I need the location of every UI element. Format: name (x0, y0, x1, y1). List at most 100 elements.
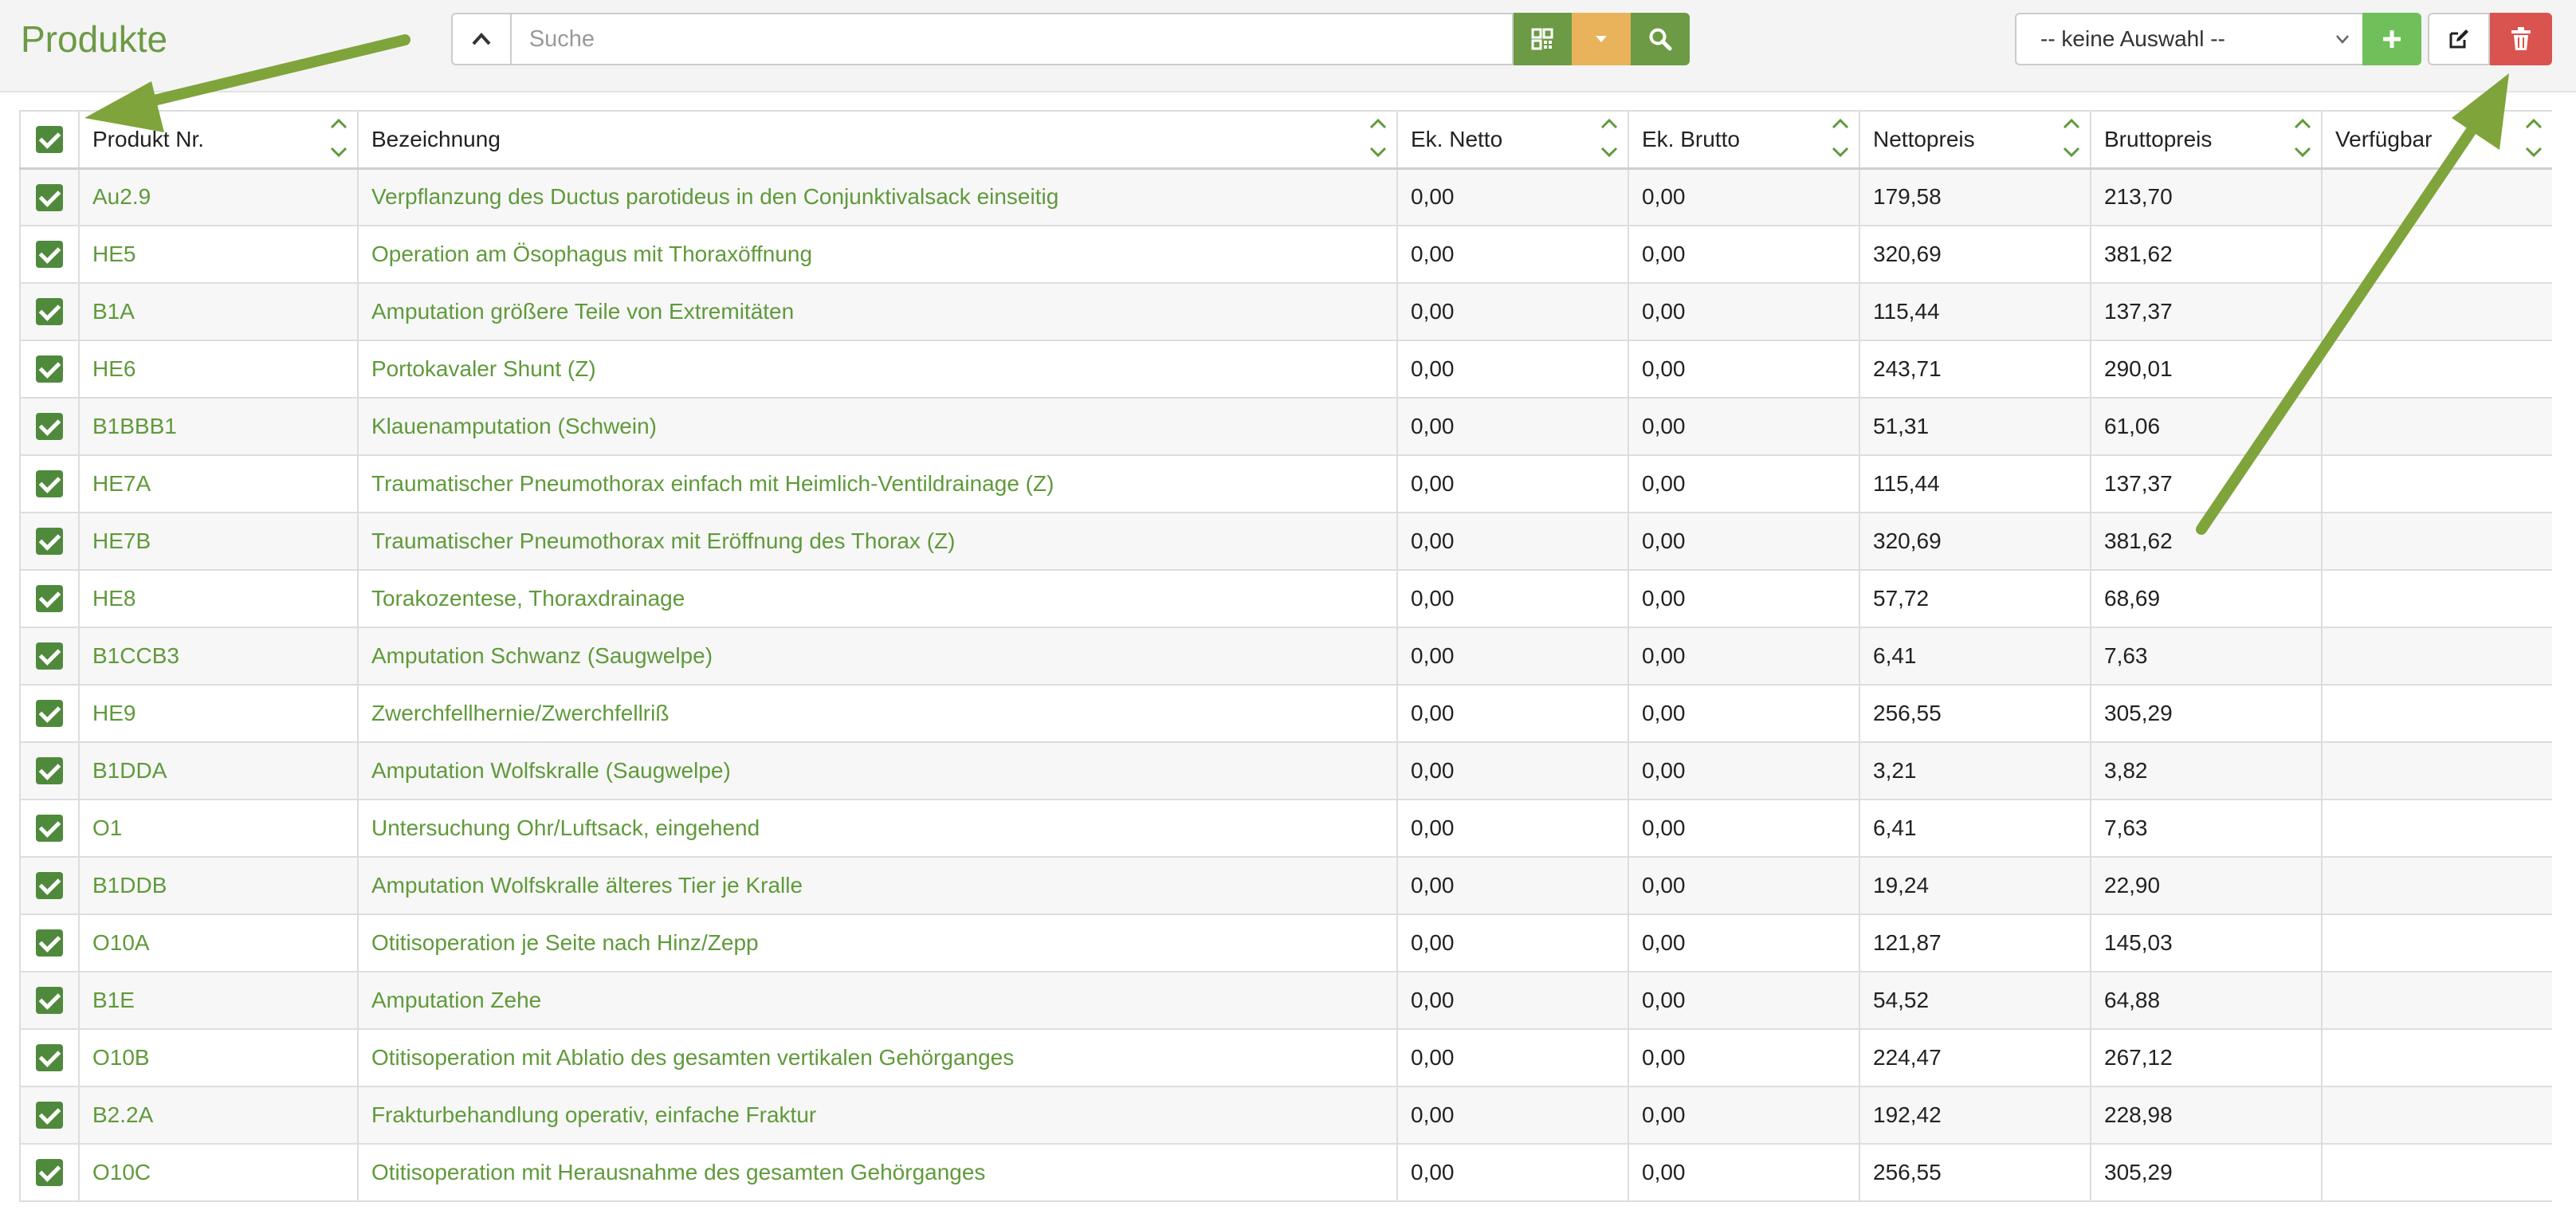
row-checkbox-cell[interactable] (19, 684, 80, 743)
column-header-produkt-nr[interactable]: Produkt Nr. (78, 110, 359, 170)
search-options-dropdown[interactable] (1572, 13, 1632, 65)
delete-button[interactable] (2490, 13, 2552, 65)
row-checkbox-cell[interactable] (19, 1143, 80, 1202)
row-checkbox-cell[interactable] (19, 569, 80, 628)
row-checkbox[interactable] (36, 642, 63, 670)
row-checkbox-cell[interactable] (19, 799, 80, 858)
row-checkbox-cell[interactable] (19, 627, 80, 686)
column-header-ek-brutto[interactable]: Ek. Brutto (1628, 110, 1860, 170)
cell-bezeichnung[interactable]: Operation am Ösophagus mit Thoraxöffnung (357, 225, 1398, 284)
row-checkbox-cell[interactable] (19, 971, 80, 1030)
cell-produkt-nr[interactable]: B1A (78, 282, 359, 341)
column-header-nettopreis[interactable]: Nettopreis (1859, 110, 2091, 170)
table-row[interactable]: B1E Amputation Zehe 0,00 0,00 54,52 64,88 (19, 971, 2552, 1030)
row-checkbox[interactable] (36, 757, 63, 785)
table-row[interactable]: HE8 Torakozentese, Thoraxdrainage 0,00 0,00… (19, 569, 2552, 628)
cell-bezeichnung[interactable]: Traumatischer Pneumothorax einfach mit H… (357, 454, 1398, 513)
cell-bezeichnung[interactable]: Otitisoperation mit Ablatio des gesamten… (357, 1028, 1398, 1087)
search-button[interactable] (1631, 13, 1690, 65)
row-checkbox[interactable] (36, 585, 63, 613)
row-checkbox-cell[interactable] (19, 741, 80, 800)
cell-bezeichnung[interactable]: Klauenamputation (Schwein) (357, 397, 1398, 456)
row-checkbox[interactable] (36, 700, 63, 728)
sort-arrows-icon[interactable] (1599, 116, 1620, 164)
table-row[interactable]: O1 Untersuchung Ohr/Luftsack, eingehend 0,… (19, 799, 2552, 858)
cell-produkt-nr[interactable]: Au2.9 (78, 167, 359, 226)
sort-arrows-icon[interactable] (2292, 116, 2313, 164)
add-button[interactable] (2362, 13, 2421, 65)
table-row[interactable]: O10C Otitisoperation mit Herausnahme des … (19, 1143, 2552, 1202)
row-checkbox[interactable] (36, 1044, 63, 1072)
row-checkbox-cell[interactable] (19, 340, 80, 399)
table-row[interactable]: B1BBB1 Klauenamputation (Schwein) 0,00 0,00… (19, 397, 2552, 456)
cell-produkt-nr[interactable]: HE6 (78, 340, 359, 399)
cell-bezeichnung[interactable]: Amputation Zehe (357, 971, 1398, 1030)
filter-select[interactable]: -- keine Auswahl -- (2015, 13, 2362, 65)
table-row[interactable]: O10A Otitisoperation je Seite nach Hinz/Z… (19, 913, 2552, 972)
table-row[interactable]: O10B Otitisoperation mit Ablatio des gesa… (19, 1028, 2552, 1087)
table-row[interactable]: HE6 Portokavaler Shunt (Z) 0,00 0,00 243,71 2… (19, 340, 2552, 399)
row-checkbox[interactable] (36, 528, 63, 556)
select-all-checkbox[interactable] (36, 126, 63, 154)
cell-produkt-nr[interactable]: B1DDA (78, 741, 359, 800)
table-row[interactable]: HE9 Zwerchfellhernie/Zwerchfellriß 0,00 0,0… (19, 684, 2552, 743)
column-header-bruttopreis[interactable]: Bruttopreis (2090, 110, 2323, 170)
sort-arrows-icon[interactable] (2523, 116, 2544, 164)
sort-arrows-icon[interactable] (328, 116, 349, 164)
table-row[interactable]: HE7B Traumatischer Pneumothorax mit Eröff… (19, 512, 2552, 571)
sort-arrows-icon[interactable] (1368, 116, 1388, 164)
cell-bezeichnung[interactable]: Amputation Wolfskralle (Saugwelpe) (357, 741, 1398, 800)
row-checkbox-cell[interactable] (19, 856, 80, 915)
row-checkbox-cell[interactable] (19, 282, 80, 341)
table-row[interactable]: B1DDB Amputation Wolfskralle älteres Tier… (19, 856, 2552, 915)
cell-produkt-nr[interactable]: HE5 (78, 225, 359, 284)
cell-produkt-nr[interactable]: B1E (78, 971, 359, 1030)
row-checkbox[interactable] (36, 413, 63, 441)
edit-button[interactable] (2428, 13, 2490, 65)
table-row[interactable]: HE7A Traumatischer Pneumothorax einfach m… (19, 454, 2552, 513)
row-checkbox[interactable] (36, 356, 63, 383)
cell-produkt-nr[interactable]: B1CCB3 (78, 627, 359, 686)
row-checkbox-cell[interactable] (19, 167, 80, 226)
row-checkbox-cell[interactable] (19, 512, 80, 571)
row-checkbox-cell[interactable] (19, 1086, 80, 1145)
cell-bezeichnung[interactable]: Amputation Wolfskralle älteres Tier je K… (357, 856, 1398, 915)
table-row[interactable]: Au2.9 Verpflanzung des Ductus parotideus … (19, 167, 2552, 226)
table-row[interactable]: B1DDA Amputation Wolfskralle (Saugwelpe) 0… (19, 741, 2552, 800)
column-header-verfuegbar[interactable]: Verfügbar (2321, 110, 2552, 170)
cell-bezeichnung[interactable]: Frakturbehandlung operativ, einfache Fra… (357, 1086, 1398, 1145)
row-checkbox[interactable] (36, 929, 63, 957)
row-checkbox[interactable] (36, 872, 63, 900)
row-checkbox-cell[interactable] (19, 913, 80, 972)
cell-produkt-nr[interactable]: HE7B (78, 512, 359, 571)
table-row[interactable]: HE5 Operation am Ösophagus mit Thoraxöffn… (19, 225, 2552, 284)
cell-bezeichnung[interactable]: Traumatischer Pneumothorax mit Eröffnung… (357, 512, 1398, 571)
row-checkbox[interactable] (36, 241, 63, 269)
row-checkbox-cell[interactable] (19, 1028, 80, 1087)
search-input[interactable] (509, 13, 1514, 65)
qr-scan-button[interactable] (1513, 13, 1573, 65)
sort-arrows-icon[interactable] (2061, 116, 2082, 164)
cell-bezeichnung[interactable]: Amputation größere Teile von Extremitäte… (357, 282, 1398, 341)
row-checkbox[interactable] (36, 987, 63, 1015)
cell-bezeichnung[interactable]: Torakozentese, Thoraxdrainage (357, 569, 1398, 628)
cell-produkt-nr[interactable]: O10A (78, 913, 359, 972)
cell-bezeichnung[interactable]: Otitisoperation mit Herausnahme des gesa… (357, 1143, 1398, 1202)
sort-arrows-icon[interactable] (1830, 116, 1851, 164)
column-header-ek-netto[interactable]: Ek. Netto (1396, 110, 1629, 170)
cell-bezeichnung[interactable]: Verpflanzung des Ductus parotideus in de… (357, 167, 1398, 226)
row-checkbox-cell[interactable] (19, 454, 80, 513)
cell-bezeichnung[interactable]: Untersuchung Ohr/Luftsack, eingehend (357, 799, 1398, 858)
column-header-bezeichnung[interactable]: Bezeichnung (357, 110, 1398, 170)
cell-produkt-nr[interactable]: HE7A (78, 454, 359, 513)
collapse-button[interactable] (451, 13, 510, 65)
row-checkbox[interactable] (36, 298, 63, 326)
row-checkbox[interactable] (36, 1159, 63, 1187)
row-checkbox[interactable] (36, 470, 63, 498)
cell-bezeichnung[interactable]: Portokavaler Shunt (Z) (357, 340, 1398, 399)
cell-produkt-nr[interactable]: O10B (78, 1028, 359, 1087)
row-checkbox[interactable] (36, 183, 63, 211)
table-row[interactable]: B2.2A Frakturbehandlung operativ, einfach… (19, 1086, 2552, 1145)
table-row[interactable]: B1A Amputation größere Teile von Extremit… (19, 282, 2552, 341)
cell-produkt-nr[interactable]: HE9 (78, 684, 359, 743)
